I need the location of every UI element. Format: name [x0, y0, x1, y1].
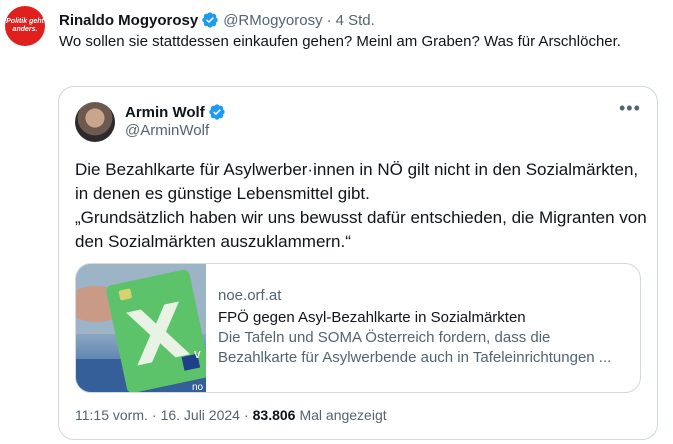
quoted-author-name[interactable]: Armin Wolf [125, 104, 205, 121]
quoted-header: Armin Wolf [125, 102, 230, 122]
verified-badge-icon [209, 104, 225, 120]
link-domain: noe.orf.at [218, 287, 282, 304]
quoted-tweet-card[interactable]: Armin Wolf @ArminWolf ••• Die Bezahlkart… [58, 86, 658, 440]
tweet-date[interactable]: 16. Juli 2024 [161, 407, 240, 423]
avatar-label: Politik geht anders. [6, 18, 44, 33]
separator-dot: · [326, 11, 332, 29]
quoted-author-handle[interactable]: @ArminWolf [125, 122, 209, 139]
view-count-label: Mal angezeigt [299, 407, 387, 423]
quoted-avatar[interactable] [75, 102, 115, 142]
link-description-line-2: Bezahlkarte für Asylwerbende auch in Taf… [218, 349, 612, 366]
separator-dot: · [243, 407, 249, 423]
avatar[interactable]: Politik geht anders. [5, 6, 45, 46]
link-preview-card[interactable]: V no noe.orf.at FPÖ gegen Asyl-Bezahlkar… [75, 263, 641, 393]
thumb-corner-text: no [192, 382, 204, 393]
link-info: noe.orf.at FPÖ gegen Asyl-Bezahlkarte in… [218, 286, 630, 368]
tweet-header: Rinaldo Mogyorosy @RMogyorosy · 4 Std. [59, 10, 375, 30]
view-count: 83.806 [252, 407, 296, 423]
quoted-tweet-text: Die Bezahlkarte für Asylwerber·innen in … [75, 158, 655, 254]
tweet-time[interactable]: 4 Std. [336, 12, 375, 29]
more-options-icon[interactable]: ••• [619, 99, 640, 117]
author-name[interactable]: Rinaldo Mogyorosy [59, 12, 198, 29]
tweet-timestamp[interactable]: 11:15 vorm. [75, 407, 148, 423]
tweet-meta: 11:15 vorm. · 16. Juli 2024 · 83.806 Mal… [75, 407, 387, 423]
verified-badge-icon [202, 12, 218, 28]
author-handle[interactable]: @RMogyorosy [223, 12, 322, 29]
tweet-text: Wo sollen sie stattdessen einkaufen gehe… [59, 33, 621, 50]
quoted-text-paragraph-2: „Grundsätzlich haben wir uns bewusst daf… [75, 208, 647, 251]
link-title: FPÖ gegen Asyl-Bezahlkarte in Sozialmärk… [218, 309, 526, 326]
link-thumbnail: V no [76, 264, 206, 393]
card-letter: V [194, 350, 201, 361]
separator-dot: · [151, 407, 157, 423]
payment-card-image: V no [76, 264, 206, 393]
link-description-line-1: Die Tafeln und SOMA Österreich fordern, … [218, 329, 551, 346]
quoted-text-paragraph-1: Die Bezahlkarte für Asylwerber·innen in … [75, 160, 639, 203]
